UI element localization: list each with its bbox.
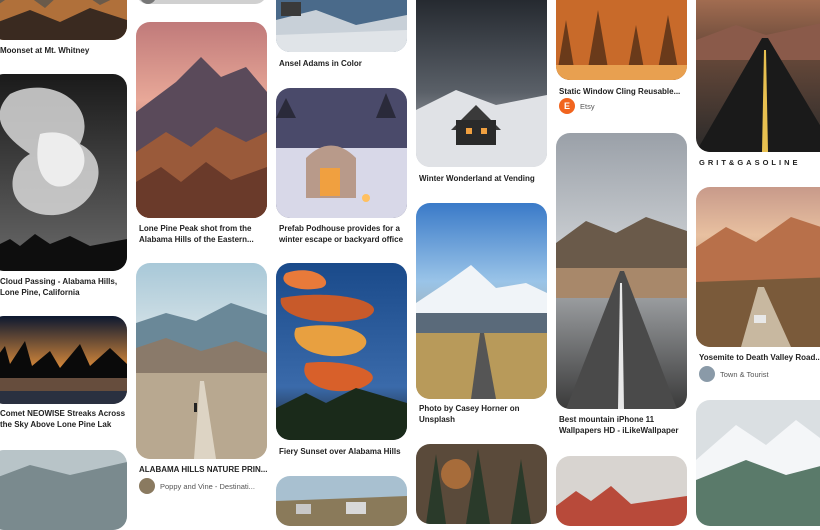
pin-image-comet[interactable] <box>0 316 127 404</box>
pin-image-fiery[interactable] <box>276 263 407 440</box>
pin-image-lonepine[interactable] <box>136 22 267 218</box>
pin-title: Prefab Podhouse provides for a winter es… <box>279 224 404 244</box>
pin-title: Fiery Sunset over Alabama Hills <box>279 447 401 456</box>
avatar <box>699 366 715 382</box>
pin-image-hills[interactable] <box>0 450 127 530</box>
pin-image-snowpeak[interactable] <box>696 400 820 526</box>
pin-image-yosemite[interactable] <box>696 187 820 347</box>
pin-title: Best mountain iPhone 11 Wallpapers HD - … <box>559 415 679 435</box>
pin-image-redrock[interactable] <box>556 456 687 526</box>
pin-image-ansel[interactable] <box>276 0 407 52</box>
pin-title: Yosemite to Death Valley Road... <box>699 353 820 362</box>
pin-image-cling[interactable] <box>556 0 687 80</box>
pin-image-casey[interactable] <box>416 203 547 399</box>
avatar <box>139 478 155 494</box>
pin-source[interactable]: Poppy and Vine - Destinati... <box>139 478 269 494</box>
pin-title: Cloud Passing - Alabama Hills, Lone Pine… <box>0 277 118 297</box>
source-name: Town & Tourist <box>720 369 769 379</box>
source-name: Poppy and Vine - Destinati... <box>160 481 255 491</box>
pin-title: Winter Wonderland at Vending <box>419 174 535 183</box>
pin-source[interactable]: E Etsy <box>559 98 689 114</box>
pin-image-grit[interactable] <box>696 0 820 152</box>
source-name: Etsy <box>580 101 595 111</box>
pin-title: Lone Pine Peak shot from the Alabama Hil… <box>139 224 254 244</box>
pin-title: ALABAMA HILLS NATURE PRIN... <box>139 465 268 474</box>
pin-image-town[interactable] <box>276 476 407 526</box>
pin-image-partial-top[interactable] <box>136 0 267 4</box>
pin-image-cloud[interactable] <box>0 74 127 271</box>
pin-image-podhouse[interactable] <box>276 88 407 218</box>
pin-image-moonset[interactable] <box>0 0 127 40</box>
pin-title: Moonset at Mt. Whitney <box>0 46 90 55</box>
pin-image-forest[interactable] <box>416 444 547 524</box>
brand-name: GRIT&GASOLINE <box>699 158 801 167</box>
pin-source[interactable]: Town & Tourist <box>699 366 820 382</box>
pin-image-winter[interactable] <box>416 0 547 167</box>
pin-title: Static Window Cling Reusable... <box>559 87 681 96</box>
pin-title: Photo by Casey Horner on Unsplash <box>419 404 520 424</box>
pin-title: Comet NEOWISE Streaks Across the Sky Abo… <box>0 409 126 429</box>
pin-image-alabama-nature[interactable] <box>136 263 267 459</box>
pin-title: Ansel Adams in Color <box>279 59 362 68</box>
etsy-logo-icon: E <box>559 98 575 114</box>
pin-image-iphone[interactable] <box>556 133 687 409</box>
